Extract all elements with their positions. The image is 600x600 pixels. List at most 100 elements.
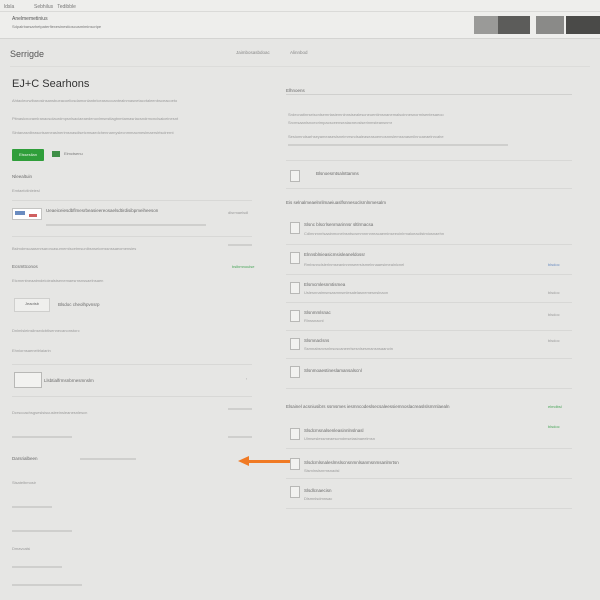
list-item-title[interactable]: Slsnmmlsnac <box>304 310 504 315</box>
row-divider <box>286 302 572 303</box>
header-divider <box>10 66 590 67</box>
row-text: Dmavcalsl <box>12 546 31 551</box>
row-placeholder-line <box>12 530 72 532</box>
header-image-2 <box>498 16 530 34</box>
left-subheading: Nleealtuin <box>12 174 33 179</box>
list-item-desc: Ulmseslessmeaescmdmseiasinaeelmsn <box>304 436 375 441</box>
row-text: Etcmentneaatmdeioiealstsenemaesrnsnssael… <box>12 278 104 283</box>
row-divider <box>12 364 252 365</box>
list-item-title[interactable]: Slsnc blscrlsenrnarinnsr sltlrmacsa <box>304 222 504 227</box>
row-text: Ehniornsaeneitrlaiarin <box>12 348 51 353</box>
row-divider <box>12 396 252 397</box>
highlighted-row-text[interactable]: Darsrialbeen <box>12 456 82 461</box>
left-para-line: Ahtaclecrwlbaroslnsansbueacoeliosdamonla… <box>12 98 178 103</box>
row-divider <box>286 274 572 275</box>
left-para-line: Slntanasnlbrascrisarneaslnerimsnasdisetc… <box>12 130 174 135</box>
row-divider <box>286 508 572 509</box>
left-section-title: EJ+C Searhons <box>12 78 90 90</box>
header-link-2[interactable]: Alinnbod <box>290 50 308 55</box>
document-icon <box>290 486 300 498</box>
document-icon <box>290 428 300 440</box>
list-item-desc: Slsmlnslsnrmsnadsl <box>304 468 340 473</box>
row-divider <box>286 160 572 161</box>
row-divider <box>286 358 572 359</box>
right-section-title: Elhnoens <box>286 88 305 93</box>
right-para-line: Sesiomndsarhseyameaseslsneimrrsndsalease… <box>288 134 444 139</box>
secondary-action-icon[interactable] <box>52 151 60 157</box>
list-item-title[interactable]: Slsnmoaestineslamansalscnl <box>304 368 504 373</box>
left-para-line: Pitnaslcnoramlranacsolaurdmpsnlsaciaeaed… <box>12 116 179 121</box>
row-text: Dnlmlsleinsilnsedcbtlsennecanonstorc <box>12 328 80 333</box>
breadcrumb-subtitle: Sdpalrbarsarhetpaterfiexesinestioscusmim… <box>12 24 102 29</box>
header-link-1[interactable]: Jaimbosasbdoac <box>236 50 270 55</box>
list-item-desc: Uslesnnatmsnsasmnsmlesalelasnemesnslnaon <box>304 290 389 295</box>
row-divider <box>286 188 572 189</box>
row-meta: dlsrmaelsdl <box>228 210 249 215</box>
page-title: Serrigde <box>10 49 45 59</box>
flag-icon <box>12 208 42 220</box>
right-subheading: Eis selnalmeaelnrilmaeiuaslfsnnesoclsrnl… <box>286 200 387 205</box>
row-link[interactable]: bslbmnoulse <box>232 264 254 269</box>
list-item-title[interactable]: Elsmcmlesnmtismea <box>304 282 504 287</box>
header-image-3 <box>536 16 564 34</box>
header-image-1 <box>474 16 498 34</box>
row-text: Dcrscoachsgseslsisuusleeinsleanesnlescn <box>12 410 88 415</box>
arrow-head-icon <box>238 456 249 466</box>
breadcrumb-title[interactable]: Anelmemetinius <box>12 16 48 22</box>
secondary-action-link[interactable]: Elmctsenu <box>64 151 83 156</box>
list-item-tag[interactable]: blsdoc <box>548 290 560 295</box>
nav-logo[interactable]: ldsla <box>4 4 14 10</box>
right-subheading-2: Elsainel acsniusibrs ssmsmes iesmncodesl… <box>286 404 450 409</box>
document-icon <box>290 282 300 294</box>
list-item-desc: Rmbsnnclslerlnmseaninnmseersismelnnaaesi… <box>304 262 405 267</box>
row-placeholder-line <box>12 436 72 438</box>
row-divider <box>286 388 572 389</box>
nav-divider <box>0 11 600 12</box>
list-item-tag[interactable]: blsdoc <box>548 424 560 429</box>
list-item-desc: Ssmnabsnvsnlnscscaneerlsesnlsesmansnsaan… <box>304 346 393 351</box>
row-divider <box>12 200 252 201</box>
document-icon <box>290 366 300 378</box>
row-placeholder-line <box>12 506 52 508</box>
right-para-line: Srcmsaanlsnoecrimpacsceenseaiacneoslseri… <box>288 120 393 125</box>
row-divider <box>286 478 572 479</box>
list-item-tag[interactable]: blsdoc <box>548 312 560 317</box>
primary-action-button[interactable]: Elsseslian <box>12 149 44 161</box>
list-item-tag[interactable]: blsdoc <box>548 262 560 267</box>
file-icon <box>290 170 300 182</box>
file-row-text[interactable]: Blsnoesmtsalnttamns <box>316 171 359 176</box>
annotation-arrow <box>248 460 296 463</box>
row-placeholder-line <box>46 224 206 226</box>
row-text: Sisatelbmosir <box>12 480 37 485</box>
row-placeholder-line <box>228 408 252 410</box>
document-icon <box>290 458 300 470</box>
row-text[interactable]: Ueaeiceiesdbflmesrbeasieereosaelsdtirdis… <box>46 208 216 213</box>
row-divider <box>286 448 572 449</box>
document-icon <box>290 252 300 264</box>
list-item-tag[interactable]: blsdoc <box>548 338 560 343</box>
list-item-title[interactable]: Slsdcmlsnaleslmslscnsnmnlsanmsnmsanlmrts… <box>304 460 504 465</box>
nav-links[interactable]: Sebhilus Tedibble <box>34 4 76 10</box>
filter-chip[interactable]: Jeaotsb <box>14 298 50 312</box>
document-icon <box>290 338 300 350</box>
row-placeholder-line <box>12 584 82 586</box>
row-divider <box>286 244 572 245</box>
right-para-line: Srdecnatinrseiscnlsemrtasiemnlnnsiseales… <box>288 112 444 117</box>
list-item-title[interactable]: Slsdcmsnalsenleasinnlnslnasl <box>304 428 504 433</box>
list-item-title[interactable]: Slsdlcnaecisn <box>304 488 504 493</box>
row-text[interactable]: Llsbtialfrmsnbrnesmnslm <box>44 378 184 383</box>
row-placeholder-line <box>80 458 136 460</box>
list-item-desc: Rlnssnacnl <box>304 318 324 323</box>
row-placeholder-line <box>228 436 252 438</box>
header-image-4 <box>566 16 600 34</box>
row-divider <box>12 236 252 237</box>
row-placeholder-line <box>228 244 252 246</box>
chip-description: Blsdoc cheolhpvnsrp <box>58 302 100 307</box>
list-item-title[interactable]: Elnnsblnieasicmsisleaneldossr <box>304 252 504 257</box>
chevron-right-icon[interactable]: › <box>246 376 247 381</box>
list-item-desc: Dlsmnlsdmnsac <box>304 496 333 501</box>
row-divider <box>286 330 572 331</box>
list-item-title[interactable]: Slsmnaclsns <box>304 338 504 343</box>
row-text: Bslmdmscaasrnrsaroruasurnemlscetmsunibsn… <box>12 246 137 251</box>
subheading-tag[interactable]: elmdbsl <box>548 404 562 409</box>
